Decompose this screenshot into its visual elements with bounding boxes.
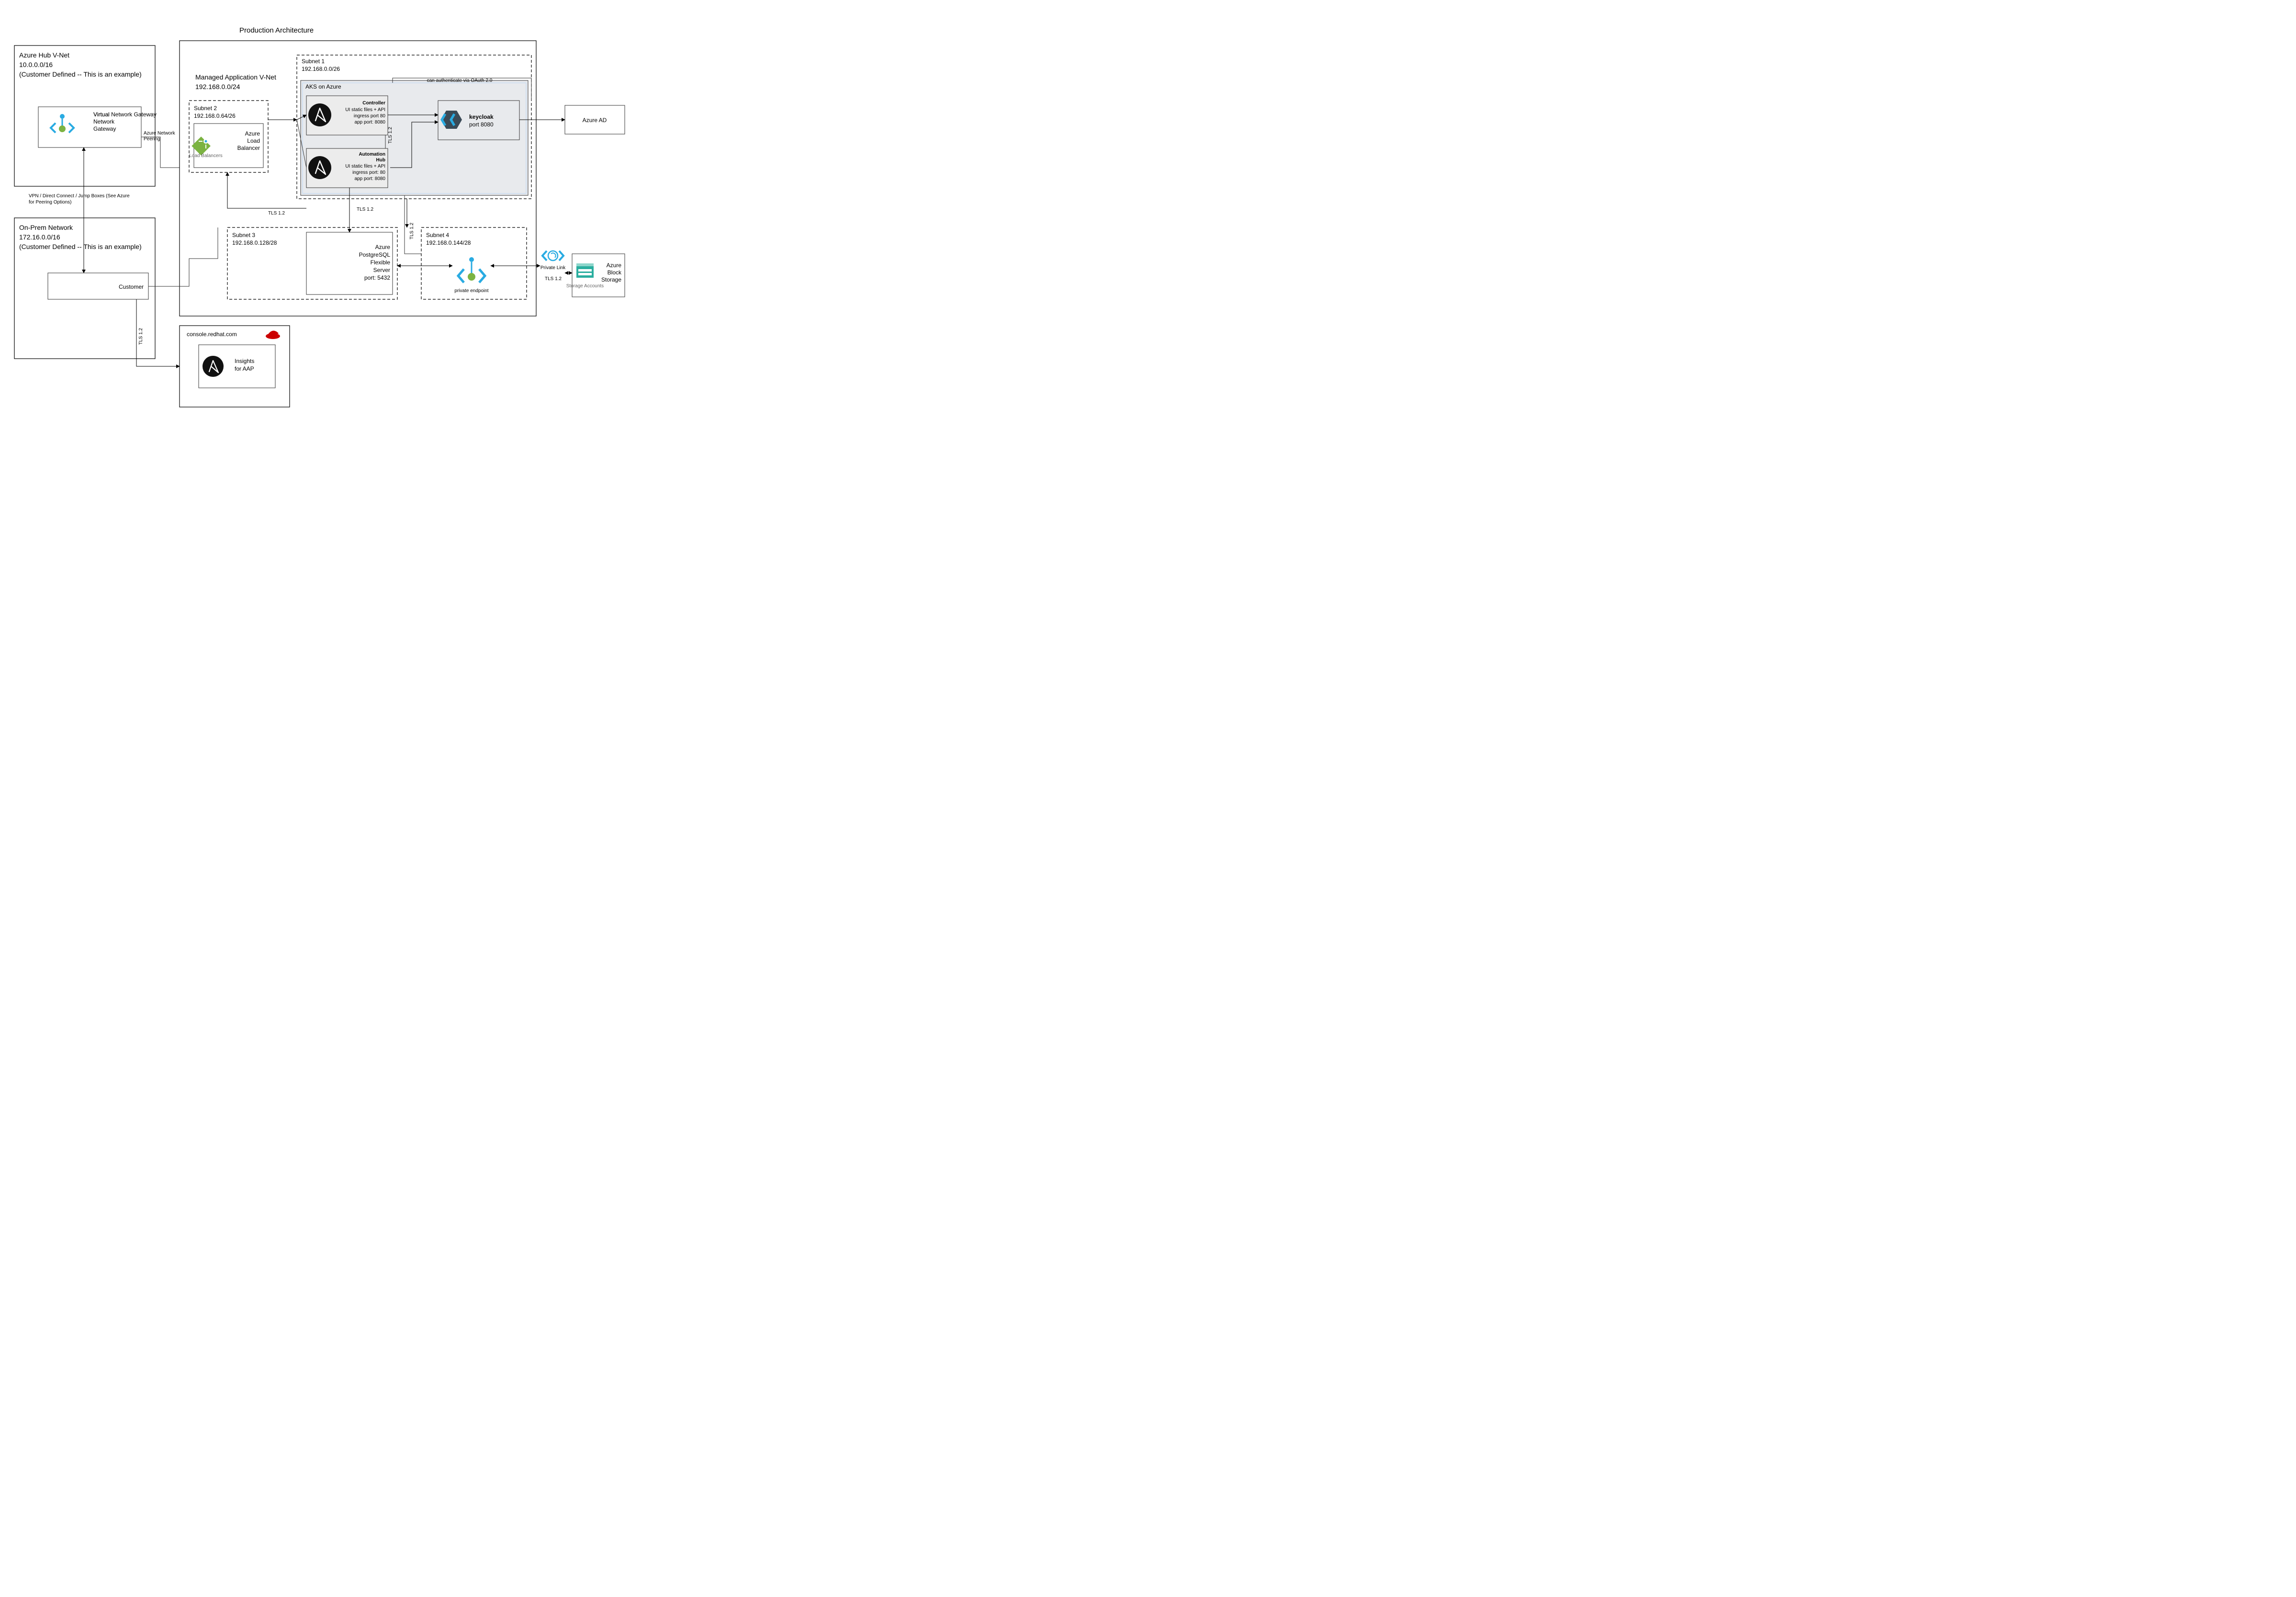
- svg-text:Peering: Peering: [144, 136, 160, 142]
- svg-text:Block: Block: [608, 269, 622, 276]
- svg-text:Subnet 3: Subnet 3: [232, 232, 255, 238]
- svg-text:TLS 1.2: TLS 1.2: [545, 276, 562, 282]
- virtual-network-gateway: Virtual Network Gateway Virtual Network …: [38, 107, 157, 147]
- private-link: Private Link: [540, 251, 566, 271]
- svg-text:Virtual: Virtual: [93, 111, 110, 118]
- azure-block-storage: Storage Accounts Azure Block Storage: [566, 254, 625, 297]
- ansible-icon: [203, 356, 224, 377]
- svg-text:On-Prem Network: On-Prem Network: [19, 224, 73, 231]
- aks-on-azure: AKS on Azure can authenticate via OAuth …: [301, 78, 528, 195]
- svg-text:Balancer: Balancer: [237, 145, 260, 151]
- private-endpoint-icon: [458, 257, 485, 283]
- svg-text:keycloak: keycloak: [469, 113, 494, 120]
- svg-text:Server: Server: [373, 267, 390, 273]
- svg-text:Storage: Storage: [601, 276, 621, 283]
- svg-text:Subnet 4: Subnet 4: [426, 232, 449, 238]
- svg-text:AKS on Azure: AKS on Azure: [305, 83, 341, 90]
- redhat-icon: [266, 330, 280, 339]
- svg-text:Azure Network: Azure Network: [144, 131, 176, 136]
- managed-app-vnet: Managed Application V-Net 192.168.0.0/24…: [180, 41, 536, 316]
- subnet-2: Subnet 2 192.168.0.64/26 Load Balancers …: [189, 101, 268, 172]
- oauth-note: can authenticate via OAuth 2.0: [427, 78, 493, 83]
- customer-label: Customer: [119, 283, 144, 290]
- storage-icon: [576, 263, 594, 278]
- subnet-3: Subnet 3 192.168.0.128/28 Azure PostgreS…: [227, 227, 397, 299]
- svg-text:Subnet 1: Subnet 1: [302, 58, 325, 65]
- svg-text:192.168.0.144/28: 192.168.0.144/28: [426, 239, 471, 246]
- svg-text:Private Link: Private Link: [540, 265, 566, 271]
- automation-hub-box: Automation Hub UI static files + API ing…: [306, 148, 388, 188]
- svg-text:192.168.0.128/28: 192.168.0.128/28: [232, 239, 277, 246]
- svg-text:for AAP: for AAP: [235, 365, 254, 372]
- svg-text:Azure: Azure: [245, 130, 260, 137]
- subnet-4: Subnet 4 192.168.0.144/28 private endpoi…: [421, 227, 527, 299]
- svg-text:app port: 8080: app port: 8080: [355, 120, 386, 125]
- ansible-icon: [308, 156, 331, 179]
- svg-text:UI static files + API: UI static files + API: [345, 107, 385, 113]
- page-title: Production Architecture: [239, 26, 314, 34]
- svg-text:(Customer Defined -- This is a: (Customer Defined -- This is an example): [19, 243, 142, 250]
- on-prem-network: On-Prem Network 172.16.0.0/16 (Customer …: [14, 218, 155, 359]
- subnet-1: Subnet 1 192.168.0.0/26 AKS on Azure can…: [297, 55, 531, 199]
- svg-text:Network: Network: [93, 118, 115, 125]
- console-redhat: console.redhat.com Insights for AAP: [180, 326, 290, 407]
- svg-text:private endpoint: private endpoint: [454, 288, 488, 294]
- svg-text:Flexible: Flexible: [371, 259, 391, 266]
- hub-name: Azure Hub V-Net: [19, 51, 69, 59]
- vpn-note-line1: VPN / Direct Connect / Jump Boxes (See A…: [29, 193, 130, 199]
- hub-cidr: 10.0.0.0/16: [19, 61, 53, 68]
- svg-text:Load Balancers: Load Balancers: [189, 153, 223, 159]
- svg-text:Automation: Automation: [359, 152, 385, 157]
- svg-text:Subnet 2: Subnet 2: [194, 105, 217, 112]
- svg-text:console.redhat.com: console.redhat.com: [187, 331, 237, 338]
- svg-text:TLS 1.2: TLS 1.2: [409, 223, 415, 239]
- svg-text:ingress port 80: ingress port 80: [354, 113, 386, 119]
- svg-text:192.168.0.0/26: 192.168.0.0/26: [302, 66, 340, 72]
- svg-text:Controller: Controller: [362, 101, 385, 106]
- ansible-icon: [308, 103, 331, 126]
- svg-text:172.16.0.0/16: 172.16.0.0/16: [19, 233, 60, 241]
- svg-text:TLS 1.2: TLS 1.2: [138, 328, 144, 345]
- svg-text:192.168.0.0/24: 192.168.0.0/24: [195, 83, 240, 91]
- hub-note: (Customer Defined -- This is an example): [19, 70, 142, 78]
- svg-text:port 8080: port 8080: [469, 121, 494, 128]
- svg-text:192.168.0.64/26: 192.168.0.64/26: [194, 113, 236, 119]
- svg-text:port: 5432: port: 5432: [364, 274, 390, 281]
- vpn-note-line2: for Peering Options): [29, 200, 72, 205]
- svg-text:Azure AD: Azure AD: [583, 117, 607, 124]
- svg-text:Azure: Azure: [375, 244, 391, 250]
- svg-text:Insights: Insights: [235, 358, 254, 364]
- azure-hub-vnet: Azure Hub V-Net 10.0.0.0/16 (Customer De…: [14, 45, 157, 186]
- controller-box: Controller UI static files + API ingress…: [306, 96, 388, 135]
- svg-text:Hub: Hub: [376, 158, 385, 163]
- azure-ad: Azure AD: [565, 105, 625, 134]
- svg-text:TLS 1.2: TLS 1.2: [357, 207, 373, 212]
- svg-text:UI static files + API: UI static files + API: [345, 164, 385, 169]
- svg-text:Managed Application V-Net: Managed Application V-Net: [195, 73, 276, 81]
- load-balancer-icon: [191, 134, 213, 156]
- svg-text:TLS 1.2: TLS 1.2: [388, 127, 393, 144]
- svg-text:ingress port: 80: ingress port: 80: [352, 170, 385, 175]
- vnet-gateway-icon: [51, 114, 74, 133]
- svg-text:Azure: Azure: [607, 262, 622, 269]
- svg-text:Gateway: Gateway: [93, 125, 116, 132]
- svg-text:Storage Accounts: Storage Accounts: [566, 283, 604, 289]
- svg-text:Load: Load: [247, 137, 260, 144]
- svg-text:app port: 8080: app port: 8080: [355, 176, 386, 181]
- svg-text:PostgreSQL: PostgreSQL: [359, 251, 391, 258]
- svg-text:TLS 1.2: TLS 1.2: [268, 211, 285, 216]
